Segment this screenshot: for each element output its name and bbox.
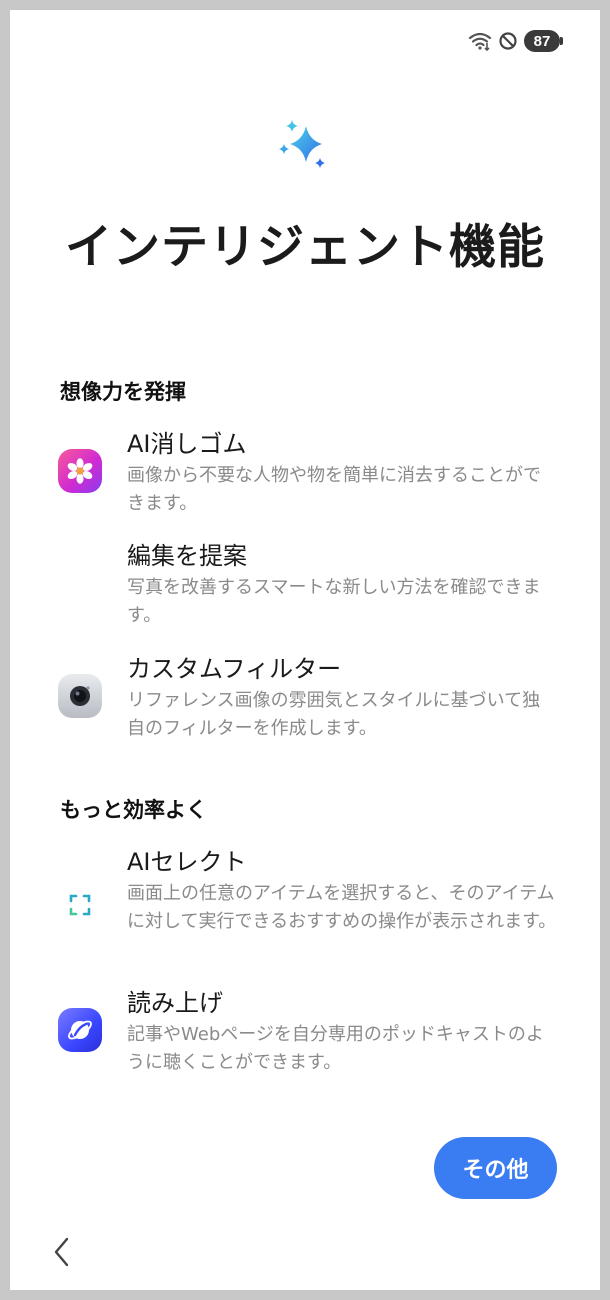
eraser-flower-icon — [58, 449, 102, 493]
feature-description: 記事やWebページを自分専用のポッドキャストのように聴くことができます。 — [127, 1024, 544, 1073]
more-button[interactable]: その他 — [434, 1137, 557, 1199]
battery-level: 87 — [533, 32, 551, 50]
feature-title: カスタムフィルター — [127, 655, 342, 683]
feature-read-aloud[interactable]: 読み上げ 記事やWebページを自分専用のポッドキャストのように聴くことができます… — [127, 987, 557, 1077]
feature-description: 画像から不要な人物や物を簡単に消去することができます。 — [127, 465, 541, 514]
feature-custom-filter[interactable]: カスタムフィルター リファレンス画像の雰囲気とスタイルに基づいて独自のフィルター… — [127, 653, 557, 743]
back-button[interactable] — [46, 1236, 78, 1272]
camera-icon — [58, 674, 102, 718]
feature-description: 写真を改善するスマートな新しい方法を確認できます。 — [127, 577, 541, 626]
wifi-icon — [468, 31, 492, 51]
page-title: インテリジェント機能 — [65, 220, 545, 275]
status-bar: 87 — [468, 30, 563, 52]
do-not-disturb-icon — [498, 31, 518, 51]
section-heading-imagination: 想像力を発揮 — [60, 380, 186, 404]
feature-description: リファレンス画像の雰囲気とスタイルに基づいて独自のフィルターを作成します。 — [127, 690, 541, 739]
screen: 87 インテリジェント機能 想像力を発揮 AI消しゴム 画像から不要な人物や物を… — [10, 10, 600, 1290]
feature-ai-select[interactable]: AIセレクト 画面上の任意のアイテムを選択すると、そのアイテムに対して実行できる… — [127, 846, 557, 936]
sparkle-icon — [276, 118, 332, 178]
feature-title: 読み上げ — [127, 989, 223, 1017]
feature-title: AI消しゴム — [127, 430, 247, 458]
read-aloud-icon — [58, 1008, 102, 1052]
feature-title: 編集を提案 — [127, 542, 247, 570]
select-frame-icon — [58, 883, 102, 927]
back-chevron-icon — [51, 1236, 73, 1272]
battery-icon: 87 — [524, 30, 563, 52]
feature-ai-eraser[interactable]: AI消しゴム 画像から不要な人物や物を簡単に消去することができます。 — [127, 428, 557, 518]
feature-title: AIセレクト — [127, 848, 247, 876]
feature-description: 画面上の任意のアイテムを選択すると、そのアイテムに対して実行できるおすすめの操作… — [127, 883, 557, 932]
section-heading-efficiency: もっと効率よく — [60, 798, 207, 822]
feature-suggest-edit[interactable]: 編集を提案 写真を改善するスマートな新しい方法を確認できます。 — [127, 540, 557, 630]
